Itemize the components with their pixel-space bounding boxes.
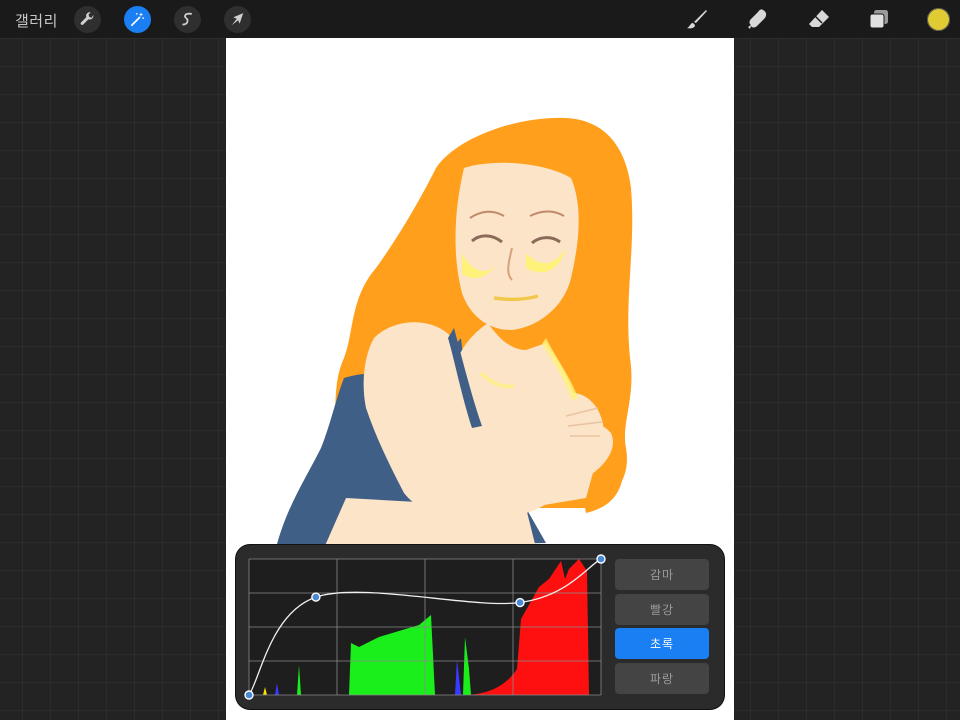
color-picker-button[interactable] xyxy=(927,8,950,31)
curve-handle-1[interactable] xyxy=(311,592,321,602)
eraser-icon xyxy=(809,10,829,27)
curve-handle-3[interactable] xyxy=(596,554,606,564)
selection-button[interactable] xyxy=(174,6,201,33)
curves-chart[interactable] xyxy=(244,554,606,700)
curves-panel: 감마 빨강 초록 파랑 xyxy=(236,545,724,709)
arrow-transform-icon xyxy=(231,13,244,26)
channel-button-gamma[interactable]: 감마 xyxy=(615,559,709,590)
channel-button-blue[interactable]: 파랑 xyxy=(615,663,709,694)
selection-s-icon xyxy=(182,12,192,26)
brush-icon xyxy=(687,10,707,29)
smudge-icon xyxy=(748,9,767,29)
top-toolbar: 갤러리 xyxy=(0,0,960,38)
layers-button[interactable] xyxy=(866,6,892,32)
wrench-icon xyxy=(80,12,94,25)
channel-button-red[interactable]: 빨강 xyxy=(615,594,709,625)
magic-wand-icon xyxy=(130,12,145,27)
smudge-button[interactable] xyxy=(745,6,771,32)
actions-button[interactable] xyxy=(74,6,101,33)
curve-handle-0[interactable] xyxy=(244,690,254,700)
brush-button[interactable] xyxy=(684,6,710,32)
curve-handle-2[interactable] xyxy=(515,597,525,608)
adjustments-button[interactable] xyxy=(124,6,151,33)
transform-button[interactable] xyxy=(224,6,251,33)
curves-graph[interactable] xyxy=(244,554,606,700)
eraser-button[interactable] xyxy=(806,6,832,32)
gallery-button[interactable]: 갤러리 xyxy=(15,10,58,31)
layers-icon xyxy=(869,10,888,29)
channel-button-green[interactable]: 초록 xyxy=(615,628,709,659)
